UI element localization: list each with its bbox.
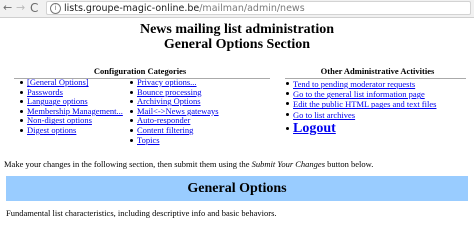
back-arrow-icon[interactable]: ← [3, 1, 12, 15]
forward-arrow-icon[interactable]: → [16, 1, 25, 15]
list-item: Digest options [18, 125, 123, 136]
admin-list: Tend to pending moderator requests Go to… [284, 79, 436, 137]
link-list-archives[interactable]: Go to list archives [293, 110, 355, 120]
list-item: Go to list archives [284, 110, 436, 120]
page-subtitle: General Options Section [163, 37, 311, 52]
url-host: lists.groupe-magic-online.be [64, 3, 200, 14]
instructions-before: Make your changes in the following secti… [4, 159, 252, 169]
link-non-digest-options[interactable]: Non-digest options [27, 115, 92, 126]
link-topics[interactable]: Topics [137, 135, 160, 145]
link-mail-news-gateways[interactable]: Mail<->News gateways [137, 106, 219, 116]
url-path: /mailman/admin/news [199, 3, 305, 14]
link-language-options[interactable]: Language options [27, 96, 88, 106]
link-privacy-options[interactable]: Privacy options... [137, 77, 197, 87]
logout-link[interactable]: Logout [293, 121, 336, 136]
admin-activities-header: Other Administrative Activities [320, 66, 435, 76]
link-auto-responder[interactable]: Auto-responder [137, 115, 190, 126]
link-passwords[interactable]: Passwords [27, 87, 63, 97]
config-list-left: [General Options] Passwords Language opt… [18, 77, 123, 136]
link-edit-html-pages[interactable]: Edit the public HTML pages and text file… [293, 99, 436, 109]
page-title: News mailing list administration [139, 22, 335, 37]
list-item: Edit the public HTML pages and text file… [284, 99, 436, 109]
link-general-options[interactable]: [General Options] [27, 77, 89, 87]
config-list-right: Privacy options... Bounce processing Arc… [128, 77, 219, 146]
instructions-emphasis: Submit Your Changes [251, 159, 326, 169]
instructions-after: button below. [325, 159, 374, 169]
list-item: Go to the general list information page [284, 89, 436, 99]
section-description: Fundamental list characteristics, includ… [6, 208, 277, 218]
url-text[interactable]: lists.groupe-magic-online.be/mailman/adm… [64, 2, 305, 15]
link-bounce-processing[interactable]: Bounce processing [137, 87, 201, 97]
link-pending-requests[interactable]: Tend to pending moderator requests [293, 79, 415, 89]
link-archiving-options[interactable]: Archiving Options [137, 96, 201, 106]
list-item: Tend to pending moderator requests [284, 79, 436, 89]
browser-toolbar: ← → C i lists.groupe-magic-online.be/mai… [0, 0, 474, 18]
list-item: Topics [128, 135, 219, 146]
link-content-filtering[interactable]: Content filtering [137, 125, 193, 135]
instructions-text: Make your changes in the following secti… [4, 159, 373, 169]
list-item: Logout [284, 120, 436, 137]
reload-icon[interactable]: C [30, 1, 38, 15]
link-list-info-page[interactable]: Go to the general list information page [293, 89, 425, 99]
address-bar[interactable]: i lists.groupe-magic-online.be/mailman/a… [46, 1, 471, 15]
section-title: General Options [187, 181, 287, 196]
link-digest-options[interactable]: Digest options [27, 125, 76, 135]
link-membership-management[interactable]: Membership Management... [27, 106, 123, 116]
config-categories-header: Configuration Categories [93, 66, 187, 76]
section-banner: General Options [6, 176, 468, 201]
info-icon[interactable]: i [50, 3, 61, 14]
